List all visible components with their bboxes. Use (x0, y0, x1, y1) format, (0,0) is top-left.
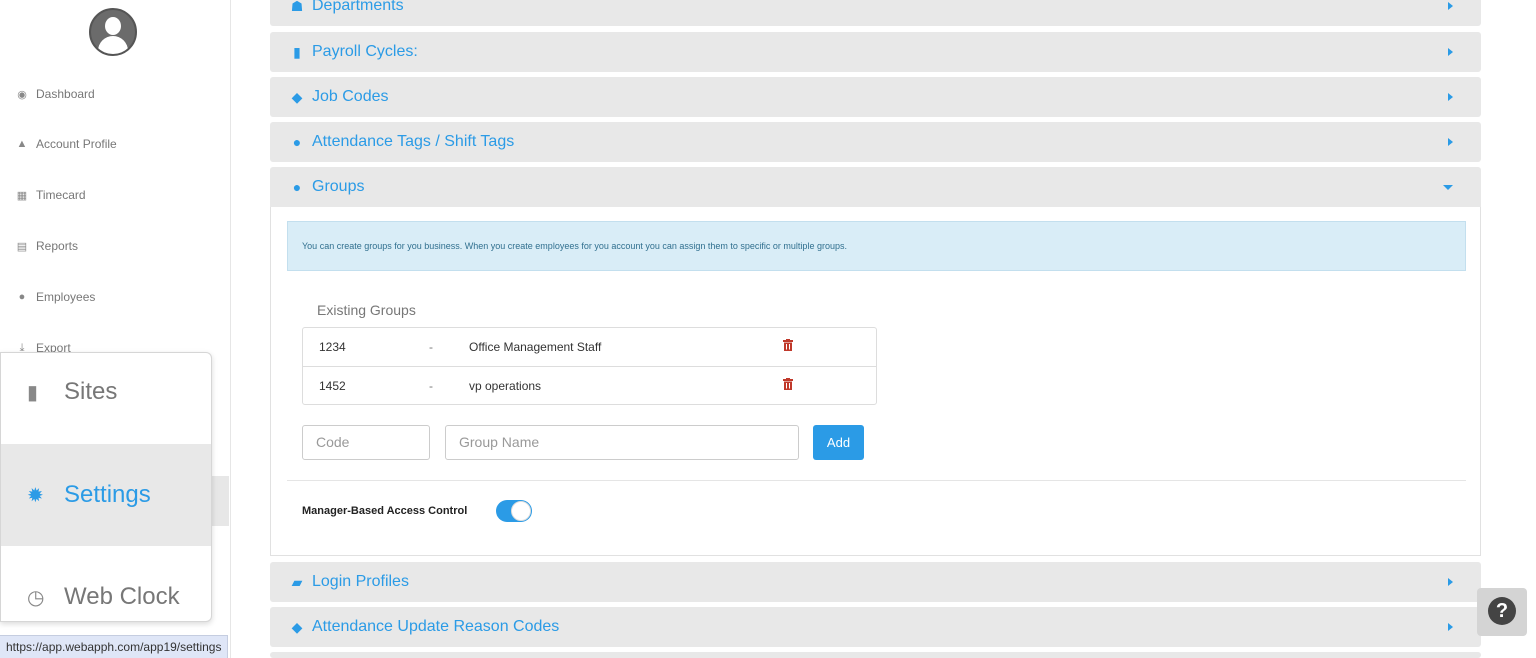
gear-icon: ✹ (27, 484, 44, 507)
tags-icon: ◆ (291, 88, 303, 105)
panel-groups[interactable]: ● Groups (270, 167, 1481, 207)
status-url-bar: https://app.webapph.com/app19/settings (0, 635, 229, 658)
sidebar-item-dashboard[interactable]: ◉ Dashboard (16, 84, 95, 104)
tag-icon: ◆ (291, 618, 303, 635)
panel-attendance-tags[interactable]: ● Attendance Tags / Shift Tags (270, 122, 1481, 162)
group-code-input[interactable]: Code (302, 425, 430, 460)
sidebar-item-label: Dashboard (36, 87, 95, 101)
divider (287, 480, 1466, 481)
menu-item-sites[interactable]: ▮ Sites (1, 353, 211, 443)
caret-right-icon (1448, 48, 1453, 56)
panel-title: Payroll Cycles: (312, 43, 418, 60)
group-name: vp operations (469, 379, 542, 393)
add-group-button[interactable]: Add (813, 425, 864, 460)
panel-attendance-update-reason-codes[interactable]: ◆ Attendance Update Reason Codes (270, 607, 1481, 647)
sidebar-item-account-profile[interactable]: ▲ Account Profile (16, 134, 117, 154)
group-code: 1452 (319, 379, 346, 393)
menu-item-label: Web Clock (64, 583, 180, 610)
help-button[interactable]: ? (1477, 588, 1527, 636)
group-code: 1234 (319, 340, 346, 354)
panel-departments[interactable]: ☗ Departments (270, 0, 1481, 26)
menu-item-web-clock[interactable]: ◷ Web Clock (1, 546, 211, 621)
existing-groups-title: Existing Groups (317, 302, 416, 318)
users-icon: ● (18, 291, 26, 303)
caret-right-icon (1448, 93, 1453, 101)
panel-title: Groups (312, 178, 365, 195)
panel-title: Attendance Update Reason Codes (312, 618, 560, 635)
panel-title: Login Profiles (312, 573, 409, 590)
group-name-input[interactable]: Group Name (445, 425, 799, 460)
trash-icon[interactable] (783, 378, 793, 390)
panel-title: Departments (312, 0, 404, 14)
clock-icon: ◷ (27, 586, 45, 609)
dashboard-icon: ◉ (17, 88, 27, 101)
caret-right-icon (1448, 578, 1453, 586)
building-icon: ▮ (293, 43, 301, 60)
sidebar-item-label: Timecard (36, 188, 86, 202)
separator: - (429, 379, 433, 393)
sidebar-item-employees[interactable]: ● Employees (16, 287, 96, 307)
user-icon: ▲ (16, 138, 28, 150)
groups-info-alert: You can create groups for you business. … (287, 221, 1466, 271)
sidebar-item-label: Employees (36, 290, 96, 304)
briefcase-icon: ▰ (291, 573, 303, 590)
active-item-highlight (212, 476, 229, 526)
users-icon: ● (292, 179, 302, 195)
trash-icon[interactable] (783, 339, 793, 351)
table-row: 1234 - Office Management Staff (303, 328, 876, 366)
list-icon: ▤ (16, 240, 28, 253)
panel-title: Job Codes (312, 88, 389, 105)
caret-down-icon (1443, 185, 1453, 190)
panel-payroll-cycles[interactable]: ▮ Payroll Cycles: (270, 32, 1481, 72)
table-icon: ▦ (16, 189, 28, 202)
access-control-toggle[interactable] (496, 500, 532, 522)
building-icon: ▮ (27, 381, 39, 404)
sitemap-icon: ☗ (290, 0, 304, 14)
menu-item-settings[interactable]: ✹ Settings (1, 444, 211, 546)
users-icon: ● (292, 134, 302, 150)
caret-right-icon (1448, 2, 1453, 10)
groups-panel-body: You can create groups for you business. … (270, 207, 1481, 556)
table-row: 1452 - vp operations (303, 366, 876, 405)
separator: - (429, 340, 433, 354)
sidebar-item-label: Account Profile (36, 137, 117, 151)
panel-next[interactable] (270, 652, 1481, 658)
avatar[interactable] (89, 8, 137, 56)
menu-item-label: Sites (64, 378, 118, 405)
sidebar-item-timecard[interactable]: ▦ Timecard (16, 185, 86, 205)
group-name: Office Management Staff (469, 340, 602, 354)
settings-popup-menu: ▮ Sites ✹ Settings ◷ Web Clock (0, 352, 212, 622)
panel-title: Attendance Tags / Shift Tags (312, 133, 515, 150)
menu-item-label: Settings (64, 481, 151, 508)
caret-right-icon (1448, 623, 1453, 631)
help-icon: ? (1488, 597, 1516, 625)
groups-table: 1234 - Office Management Staff 1452 - vp… (302, 327, 877, 405)
access-control-label: Manager-Based Access Control (302, 505, 468, 517)
sidebar-item-reports[interactable]: ▤ Reports (16, 236, 78, 256)
panel-login-profiles[interactable]: ▰ Login Profiles (270, 562, 1481, 602)
panel-job-codes[interactable]: ◆ Job Codes (270, 77, 1481, 117)
sidebar-item-label: Reports (36, 239, 79, 253)
caret-right-icon (1448, 138, 1453, 146)
